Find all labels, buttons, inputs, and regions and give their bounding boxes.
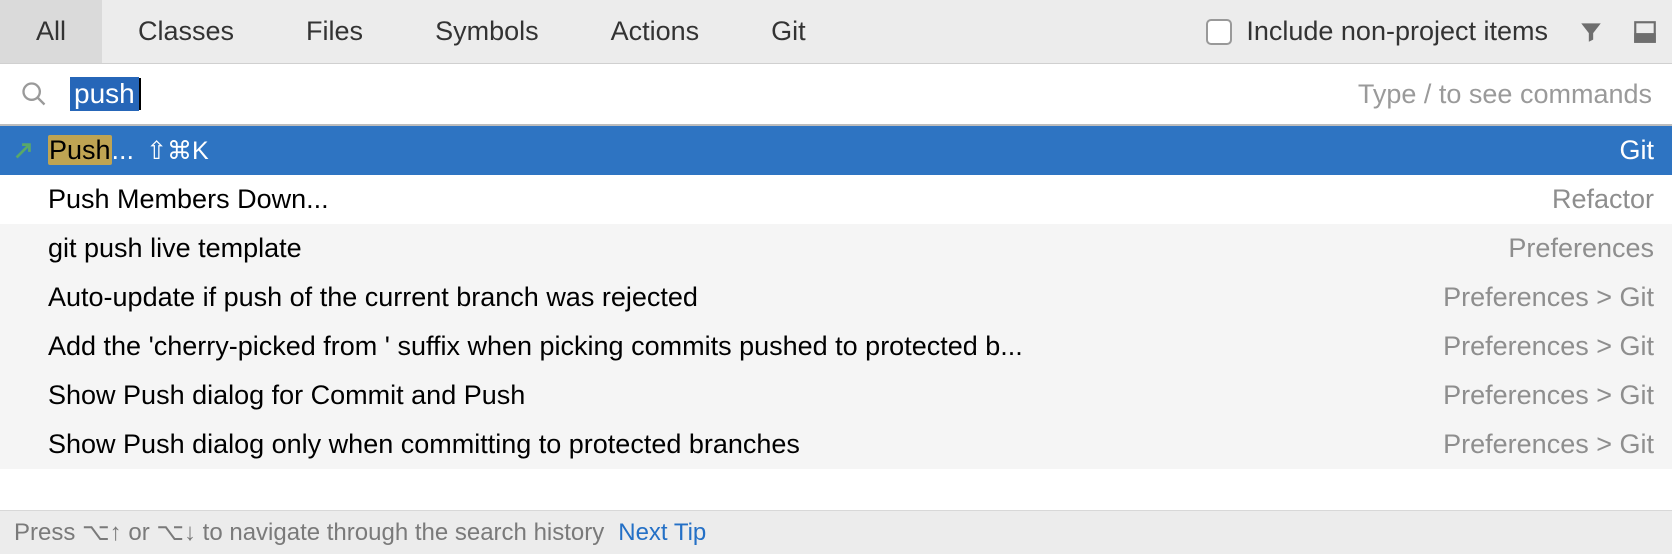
- result-row[interactable]: git push live template Preferences: [0, 224, 1672, 273]
- search-tabs: All Classes Files Symbols Actions Git In…: [0, 0, 1672, 64]
- search-row: push Type / to see commands: [0, 64, 1672, 126]
- search-query-text: push: [70, 77, 139, 111]
- result-row[interactable]: Add the 'cherry-picked from ' suffix whe…: [0, 322, 1672, 371]
- result-category: Preferences > Git: [1423, 429, 1654, 460]
- result-row[interactable]: Show Push dialog for Commit and Push Pre…: [0, 371, 1672, 420]
- checkbox-icon[interactable]: [1206, 19, 1232, 45]
- result-label: Auto-update if push of the current branc…: [48, 282, 1423, 313]
- result-label: Show Push dialog for Commit and Push: [48, 380, 1423, 411]
- result-category: Refactor: [1532, 184, 1654, 215]
- footer-bar: Press ⌥↑ or ⌥↓ to navigate through the s…: [0, 510, 1672, 554]
- tab-classes[interactable]: Classes: [102, 0, 270, 63]
- next-tip-link[interactable]: Next Tip: [618, 519, 706, 547]
- result-category: Preferences > Git: [1423, 380, 1654, 411]
- result-label: Show Push dialog only when committing to…: [48, 429, 1423, 460]
- text-caret: [139, 78, 141, 110]
- search-input[interactable]: push: [70, 77, 1358, 111]
- result-category: Git: [1599, 135, 1654, 166]
- search-icon: [20, 80, 48, 108]
- include-non-project-label: Include non-project items: [1246, 16, 1548, 47]
- include-non-project-toggle[interactable]: Include non-project items: [1206, 0, 1564, 63]
- result-category: Preferences: [1488, 233, 1654, 264]
- search-results-list: Push... ⇧⌘K Git Push Members Down... Ref…: [0, 126, 1672, 469]
- tab-all[interactable]: All: [0, 0, 102, 63]
- footer-tip-text: Press ⌥↑ or ⌥↓ to navigate through the s…: [14, 518, 604, 547]
- result-label: Push... ⇧⌘K: [48, 135, 1599, 166]
- result-row[interactable]: Show Push dialog only when committing to…: [0, 420, 1672, 469]
- result-row[interactable]: Push Members Down... Refactor: [0, 175, 1672, 224]
- search-hint: Type / to see commands: [1358, 79, 1652, 110]
- tab-files[interactable]: Files: [270, 0, 399, 63]
- run-arrow-icon: [12, 140, 48, 162]
- open-tool-window-icon[interactable]: [1618, 0, 1672, 63]
- tab-actions[interactable]: Actions: [575, 0, 736, 63]
- result-label: git push live template: [48, 233, 1488, 264]
- result-row[interactable]: Push... ⇧⌘K Git: [0, 126, 1672, 175]
- result-label: Push Members Down...: [48, 184, 1532, 215]
- result-category: Preferences > Git: [1423, 282, 1654, 313]
- tab-symbols[interactable]: Symbols: [399, 0, 575, 63]
- result-row[interactable]: Auto-update if push of the current branc…: [0, 273, 1672, 322]
- tab-git[interactable]: Git: [735, 0, 842, 63]
- filter-icon[interactable]: [1564, 0, 1618, 63]
- shortcut-label: ⇧⌘K: [146, 136, 209, 166]
- result-label: Add the 'cherry-picked from ' suffix whe…: [48, 331, 1423, 362]
- result-category: Preferences > Git: [1423, 331, 1654, 362]
